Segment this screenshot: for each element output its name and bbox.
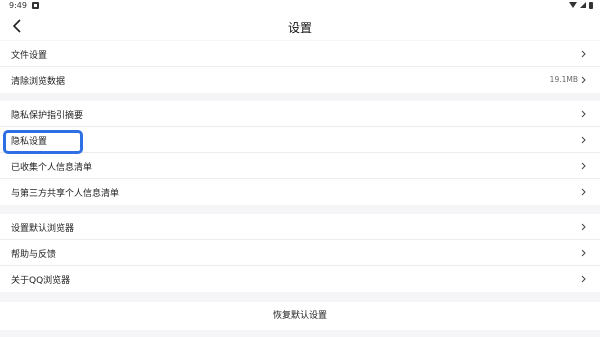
- row-label: 与第三方共享个人信息清单: [11, 189, 120, 199]
- chevron-right-icon: [579, 135, 589, 145]
- row-label: 隐私保护指引摘要: [11, 111, 84, 121]
- collected-info-list-row[interactable]: 已收集个人信息清单: [0, 153, 600, 179]
- wifi-icon: [569, 2, 577, 8]
- row-label: 隐私设置: [11, 137, 48, 147]
- chevron-right-icon: [579, 222, 589, 232]
- signal-icon: [580, 2, 586, 8]
- privacy-guide-summary-row[interactable]: 隐私保护指引摘要: [0, 101, 600, 127]
- chevron-right-icon: [579, 161, 589, 171]
- status-time: 9:49: [9, 1, 27, 10]
- row-label: 已收集个人信息清单: [11, 163, 93, 173]
- chevron-right-icon: [579, 49, 589, 59]
- restore-defaults-button[interactable]: 恢复默认设置: [0, 302, 600, 330]
- row-label: 设置默认浏览器: [11, 224, 75, 234]
- status-bar: 9:49: [0, 0, 600, 12]
- settings-group-about: 设置默认浏览器 帮助与反馈 关于QQ浏览器: [0, 214, 600, 292]
- row-label: 文件设置: [11, 51, 48, 61]
- chevron-right-icon: [579, 75, 589, 85]
- notification-icon: [32, 2, 39, 9]
- file-settings-row[interactable]: 文件设置: [0, 41, 600, 67]
- about-browser-row[interactable]: 关于QQ浏览器: [0, 266, 600, 292]
- battery-icon: [589, 2, 593, 9]
- third-party-sharing-list-row[interactable]: 与第三方共享个人信息清单: [0, 179, 600, 205]
- row-label: 清除浏览数据: [11, 77, 66, 87]
- help-feedback-row[interactable]: 帮助与反馈: [0, 240, 600, 266]
- row-label: 关于QQ浏览器: [11, 276, 71, 286]
- page-title: 设置: [287, 21, 312, 35]
- settings-group-storage: 文件设置 清除浏览数据 19.1MB: [0, 41, 600, 93]
- chevron-right-icon: [579, 248, 589, 258]
- row-label: 帮助与反馈: [11, 250, 57, 260]
- chevron-right-icon: [579, 274, 589, 284]
- cache-size-value: 19.1MB: [549, 75, 578, 84]
- clear-browsing-data-row[interactable]: 清除浏览数据 19.1MB: [0, 67, 600, 93]
- chevron-right-icon: [579, 187, 589, 197]
- nav-bar: 设置: [0, 12, 600, 40]
- default-browser-row[interactable]: 设置默认浏览器: [0, 214, 600, 240]
- chevron-right-icon: [579, 109, 589, 119]
- settings-group-privacy: 隐私保护指引摘要 隐私设置 已收集个人信息清单 与第三方共享个人信息清单: [0, 101, 600, 205]
- restore-group: 恢复默认设置: [0, 302, 600, 330]
- privacy-settings-row[interactable]: 隐私设置: [0, 127, 600, 153]
